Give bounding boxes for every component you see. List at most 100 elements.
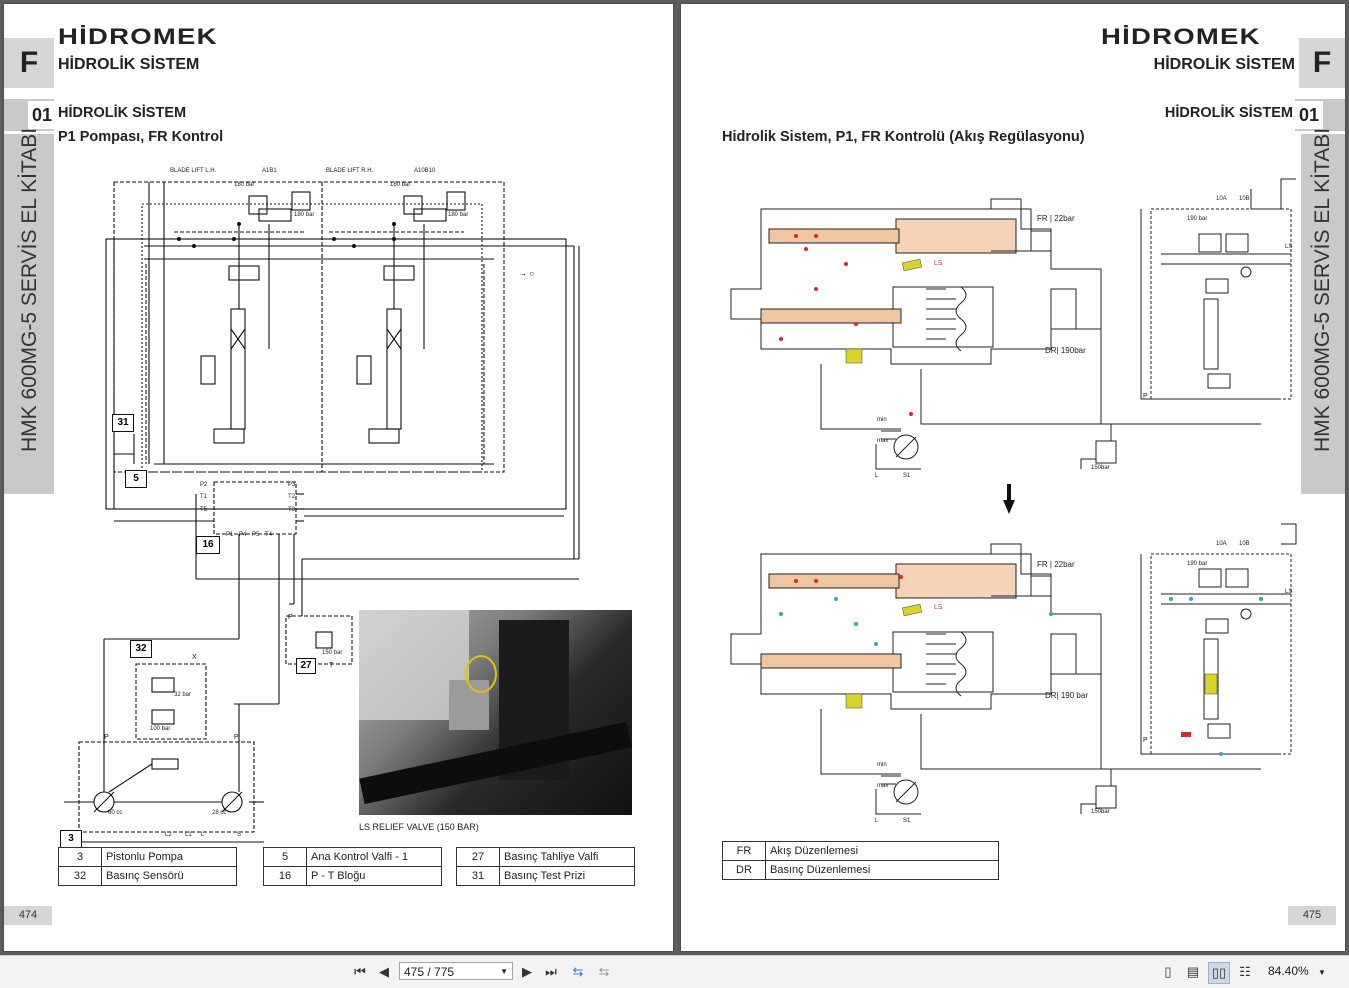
last-page-icon: ⏭	[545, 964, 557, 979]
go-forward-icon: ⇆	[598, 964, 610, 979]
label-max-bottom: max	[877, 783, 889, 789]
section-letter-tab: F	[4, 38, 54, 88]
continuous-facing-view-button[interactable]: ☷	[1235, 962, 1255, 982]
label-l-top: L	[875, 473, 879, 479]
section-title: HİDROLİK SİSTEM	[1164, 105, 1293, 121]
next-page-icon: ▶	[522, 964, 532, 979]
chapter-number: 01	[28, 101, 56, 129]
label-l-bottom: L	[875, 818, 879, 824]
legend-row: 3 Pistonlu Pompa 5 Ana Kontrol Valfi - 1 2…	[58, 847, 635, 867]
photo-caption: LS RELIEF VALVE (150 BAR)	[359, 822, 479, 832]
facing-page-icon: ▯▯	[1211, 965, 1227, 980]
label-t4: T4	[265, 532, 273, 538]
first-page-icon: ⏮	[354, 964, 366, 979]
zoom-dropdown-icon: ▼	[1318, 968, 1326, 977]
section-subtitle: Hidrolik Sistem, P1, FR Kontrolü (Akış R…	[722, 129, 1085, 145]
label-x: X	[192, 654, 197, 661]
label-t1: T1	[200, 494, 208, 500]
previous-page-button[interactable]: ◀	[374, 962, 394, 982]
last-page-button[interactable]: ⏭	[541, 962, 561, 982]
label-t2: T2	[288, 494, 296, 500]
label-fr-22bar: FR | 22bar	[1037, 214, 1075, 223]
hidromek-logo: HİDROMEK	[1101, 24, 1261, 49]
left-legend-table: 3 Pistonlu Pompa 5 Ana Kontrol Valfi - 1 2…	[58, 847, 635, 886]
continuous-view-button[interactable]: ▤	[1183, 962, 1203, 982]
legend-row: 32 Basınç Sensörü 16 P - T Bloğu 31 Basınç …	[58, 866, 635, 886]
first-page-button[interactable]: ⏮	[350, 962, 370, 982]
callout-27: 27	[296, 658, 316, 674]
single-page-view-button[interactable]: ▯	[1158, 962, 1178, 982]
label-p-relief: P	[288, 614, 293, 621]
page-number-value: 475 / 775	[404, 965, 455, 979]
label-p2: P2	[200, 482, 208, 488]
label-190bar-a: 190 bar	[1187, 216, 1208, 222]
label-max-top: max	[877, 438, 889, 444]
zoom-value: 84.40%	[1268, 964, 1309, 978]
label-10b-bottom: 10B	[1239, 541, 1250, 547]
hidromek-logo: HİDROMEK	[58, 24, 218, 49]
label-100bar: 100 bar	[150, 726, 171, 732]
valve-diagram-regulated	[730, 523, 1297, 815]
label-150bar-bottom: 150bar	[1091, 809, 1110, 815]
facing-view-button[interactable]: ▯▯	[1208, 962, 1230, 984]
label-l1: L1	[185, 832, 192, 838]
label-s: S	[237, 832, 242, 838]
label-t-relief: T	[329, 662, 334, 669]
zoom-level[interactable]: 84.40% ▼	[1268, 962, 1346, 980]
callout-5: 5	[125, 470, 147, 488]
label-dr-190bar-bottom: DR| 190 bar	[1045, 691, 1088, 700]
down-arrow	[1003, 484, 1015, 514]
label-a1b1: A1B1	[262, 168, 277, 174]
label-p1: P1	[226, 532, 234, 538]
label-t3: T3	[288, 507, 296, 513]
valve-diagram-flow	[730, 178, 1296, 470]
section-letter-tab: F	[1299, 38, 1345, 88]
previous-page-icon: ◀	[379, 964, 389, 979]
label-fr-22bar-bottom: FR | 22bar	[1037, 560, 1075, 569]
label-150bar: 150 bar	[322, 650, 343, 656]
label-blade-lift-rh: BLADE LIFT R.H.	[326, 168, 374, 174]
label-a10b10: A10B10	[414, 168, 436, 174]
label-p-bottom: P	[1143, 737, 1148, 744]
label-180bar-1: 180 bar	[234, 182, 255, 188]
label-32bar: 32 bar	[174, 692, 192, 698]
page-dropdown-icon: ▼	[500, 967, 508, 976]
label-180bar-2: 180 bar	[294, 212, 315, 218]
side-title: HMK 600MG-5 SERVİS EL KİTABI	[1311, 127, 1334, 452]
section-title: HİDROLİK SİSTEM	[58, 105, 187, 121]
label-min-bottom: min	[877, 762, 887, 768]
svg-text:→ ○: → ○	[519, 269, 534, 278]
label-t5: T5	[200, 507, 208, 513]
label-p3: P3	[288, 482, 296, 488]
next-page-button[interactable]: ▶	[517, 962, 537, 982]
right-page: F HİDROMEK HİDROLİK SİSTEM 01 HİDROLİK S…	[681, 4, 1345, 951]
label-p-top: P	[1143, 393, 1148, 400]
callout-32: 32	[130, 640, 152, 658]
callout-31: 31	[112, 414, 134, 432]
side-title: HMK 600MG-5 SERVİS EL KİTABI	[18, 127, 41, 452]
label-s1-bottom: S1	[903, 818, 911, 824]
go-back-icon: ⇆	[572, 964, 584, 979]
label-10b-top: 10B	[1239, 196, 1250, 202]
label-blade-lift-lh: BLADE LIFT L.H.	[170, 168, 217, 174]
page-number-field[interactable]: 475 / 775 ▼	[399, 962, 513, 980]
right-legend-table: FR Akış Düzenlemesi DR Basınç Düzenlemes…	[722, 841, 999, 880]
label-180bar-3: 180 bar	[390, 182, 411, 188]
label-l2: L2	[165, 832, 172, 838]
label-60cc: 60 cc	[108, 810, 123, 816]
section-subtitle: P1 Pompası, FR Kontrol	[58, 129, 224, 145]
label-p5: P5	[252, 532, 260, 538]
label-dr-190bar: DR| 190bar	[1045, 346, 1086, 355]
page-number: 475	[1288, 906, 1336, 925]
callout-16: 16	[196, 536, 220, 554]
label-190bar-b: 190 bar	[1187, 561, 1208, 567]
header-title: HİDROLİK SİSTEM	[58, 56, 200, 73]
label-180bar-4: 180 bar	[448, 212, 469, 218]
go-back-button[interactable]: ⇆	[568, 962, 588, 982]
chapter-number: 01	[1295, 101, 1323, 129]
label-ls-bottom: LS	[934, 604, 943, 611]
go-forward-button[interactable]: ⇆	[594, 962, 614, 982]
left-page: F HİDROMEK HİDROLİK SİSTEM 01 HİDROLİK S…	[4, 4, 673, 951]
label-p-pump2: P	[234, 734, 239, 741]
label-28cc: 28 cc	[212, 810, 227, 816]
